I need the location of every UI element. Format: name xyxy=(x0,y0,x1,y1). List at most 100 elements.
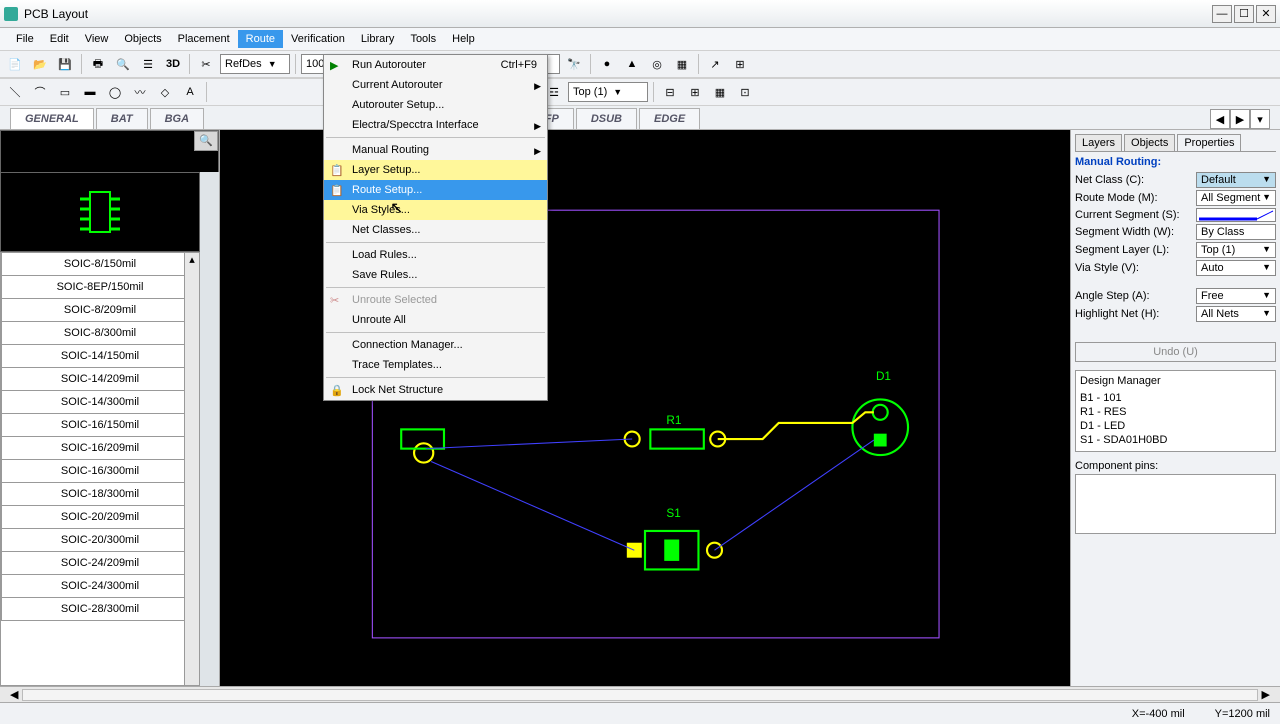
list-item[interactable]: SOIC-24/209mil xyxy=(1,552,199,575)
menu-run-autorouter[interactable]: ▶Run AutorouterCtrl+F9 xyxy=(324,55,547,75)
preview-icon[interactable]: 🔍 xyxy=(112,53,134,75)
menu-connection-manager[interactable]: Connection Manager... xyxy=(324,335,547,355)
menu-verification[interactable]: Verification xyxy=(283,30,353,48)
menu-lock-net[interactable]: 🔒Lock Net Structure xyxy=(324,380,547,400)
arc-tool-icon[interactable]: ⌒ xyxy=(29,81,51,103)
tab-general[interactable]: GENERAL xyxy=(10,108,94,129)
routemode-select[interactable]: All Segment▼ xyxy=(1196,190,1276,206)
menu-edit[interactable]: Edit xyxy=(42,30,77,48)
segwidth-select[interactable]: By Class xyxy=(1196,224,1276,240)
dm-item[interactable]: B1 - 101 xyxy=(1080,391,1271,405)
menu-tools[interactable]: Tools xyxy=(402,30,444,48)
menu-electra[interactable]: Electra/Specctra Interface▶ xyxy=(324,115,547,135)
drc-ok-icon[interactable]: ● xyxy=(596,53,618,75)
close-button[interactable]: ✕ xyxy=(1256,5,1276,23)
list-item[interactable]: SOIC-28/300mil xyxy=(1,598,199,621)
tabs-prev-icon[interactable]: ◀ xyxy=(1210,109,1230,129)
menu-view[interactable]: View xyxy=(77,30,117,48)
menu-route[interactable]: Route xyxy=(238,30,283,48)
drc-x-icon[interactable]: ▦ xyxy=(671,53,693,75)
tab-edge[interactable]: EDGE xyxy=(639,108,700,129)
route-tool-icon[interactable]: ⊟ xyxy=(659,81,681,103)
zoom-in-icon[interactable]: 🔍 xyxy=(194,131,218,151)
menu-save-rules[interactable]: Save Rules... xyxy=(324,265,547,285)
fanout-icon[interactable]: ⊞ xyxy=(684,81,706,103)
list-item[interactable]: SOIC-20/300mil xyxy=(1,529,199,552)
rect-tool-icon[interactable]: ▭ xyxy=(54,81,76,103)
3d-button[interactable]: 3D xyxy=(162,53,184,75)
tab-dsub[interactable]: DSUB xyxy=(576,108,637,129)
list-item[interactable]: SOIC-16/209mil xyxy=(1,437,199,460)
netclass-select[interactable]: Default▼ xyxy=(1196,172,1276,188)
table-icon[interactable]: ⊞ xyxy=(729,53,751,75)
angle-select[interactable]: Free▼ xyxy=(1196,288,1276,304)
menu-via-styles[interactable]: Via Styles... xyxy=(324,200,547,220)
new-file-icon[interactable]: 📄 xyxy=(4,53,26,75)
cut-icon[interactable]: ✂ xyxy=(195,53,217,75)
tab-properties[interactable]: Properties xyxy=(1177,134,1241,151)
tab-layers[interactable]: Layers xyxy=(1075,134,1122,151)
menu-file[interactable]: File xyxy=(8,30,42,48)
hscroll-left-icon[interactable]: ◀ xyxy=(10,688,18,701)
tab-bga[interactable]: BGA xyxy=(150,108,204,129)
tabs-menu-icon[interactable]: ▾ xyxy=(1250,109,1270,129)
scrollbar[interactable]: ▴ xyxy=(184,253,199,685)
part-list[interactable]: SOIC-8/150mil SOIC-8EP/150mil SOIC-8/209… xyxy=(0,252,200,686)
hscroll-right-icon[interactable]: ▶ xyxy=(1262,688,1270,701)
list-item[interactable]: SOIC-8/209mil xyxy=(1,299,199,322)
menu-placement[interactable]: Placement xyxy=(170,30,238,48)
viastyle-select[interactable]: Auto▼ xyxy=(1196,260,1276,276)
list-item[interactable]: SOIC-14/150mil xyxy=(1,345,199,368)
titles-icon[interactable]: ☰ xyxy=(137,53,159,75)
drc-warn-icon[interactable]: ▲ xyxy=(621,53,643,75)
polyline-icon[interactable]: 〰 xyxy=(129,81,151,103)
print-icon[interactable]: 🖶 xyxy=(87,53,109,75)
menu-route-setup[interactable]: 📋Route Setup... xyxy=(324,180,547,200)
list-item[interactable]: SOIC-8EP/150mil xyxy=(1,276,199,299)
layer-combo[interactable]: Top (1)▼ xyxy=(568,82,648,102)
list-item[interactable]: SOIC-16/150mil xyxy=(1,414,199,437)
list-item[interactable]: SOIC-14/209mil xyxy=(1,368,199,391)
menu-layer-setup[interactable]: 📋Layer Setup... xyxy=(324,160,547,180)
renumber-icon[interactable]: ⊡ xyxy=(734,81,756,103)
list-item[interactable]: SOIC-16/300mil xyxy=(1,460,199,483)
ellipse-tool-icon[interactable]: ◯ xyxy=(104,81,126,103)
drc-target-icon[interactable]: ◎ xyxy=(646,53,668,75)
save-file-icon[interactable]: 💾 xyxy=(54,53,76,75)
menu-help[interactable]: Help xyxy=(444,30,483,48)
measure-icon[interactable]: ↗ xyxy=(704,53,726,75)
menu-library[interactable]: Library xyxy=(353,30,403,48)
component-pins-list[interactable] xyxy=(1075,474,1276,534)
undo-button[interactable]: Undo (U) xyxy=(1075,342,1276,362)
menu-unroute-all[interactable]: Unroute All xyxy=(324,310,547,330)
list-item[interactable]: SOIC-8/150mil xyxy=(1,253,199,276)
refdes-combo[interactable]: RefDes▼ xyxy=(220,54,290,74)
tab-objects[interactable]: Objects xyxy=(1124,134,1175,151)
minimize-button[interactable]: — xyxy=(1212,5,1232,23)
line-tool-icon[interactable]: ＼ xyxy=(4,81,26,103)
dm-item[interactable]: R1 - RES xyxy=(1080,405,1271,419)
menu-objects[interactable]: Objects xyxy=(116,30,169,48)
list-item[interactable]: SOIC-14/300mil xyxy=(1,391,199,414)
filled-rect-icon[interactable]: ▬ xyxy=(79,81,101,103)
tab-bat[interactable]: BAT xyxy=(96,108,148,129)
copper-icon[interactable]: ▦ xyxy=(709,81,731,103)
menu-current-autorouter[interactable]: Current Autorouter▶ xyxy=(324,75,547,95)
menu-load-rules[interactable]: Load Rules... xyxy=(324,245,547,265)
list-item[interactable]: SOIC-18/300mil xyxy=(1,483,199,506)
menu-net-classes[interactable]: Net Classes... xyxy=(324,220,547,240)
maximize-button[interactable]: ☐ xyxy=(1234,5,1254,23)
text-tool-icon[interactable]: A xyxy=(179,81,201,103)
tabs-next-icon[interactable]: ▶ xyxy=(1230,109,1250,129)
seglayer-select[interactable]: Top (1)▼ xyxy=(1196,242,1276,258)
menu-autorouter-setup[interactable]: Autorouter Setup... xyxy=(324,95,547,115)
binoculars-icon[interactable]: 🔭 xyxy=(563,53,585,75)
hscrollbar[interactable] xyxy=(22,689,1257,701)
menu-trace-templates[interactable]: Trace Templates... xyxy=(324,355,547,375)
list-item[interactable]: SOIC-24/300mil xyxy=(1,575,199,598)
list-item[interactable]: SOIC-20/209mil xyxy=(1,506,199,529)
dm-item[interactable]: S1 - SDA01H0BD xyxy=(1080,433,1271,447)
highlight-select[interactable]: All Nets▼ xyxy=(1196,306,1276,322)
dm-item[interactable]: D1 - LED xyxy=(1080,419,1271,433)
polygon-tool-icon[interactable]: ◇ xyxy=(154,81,176,103)
